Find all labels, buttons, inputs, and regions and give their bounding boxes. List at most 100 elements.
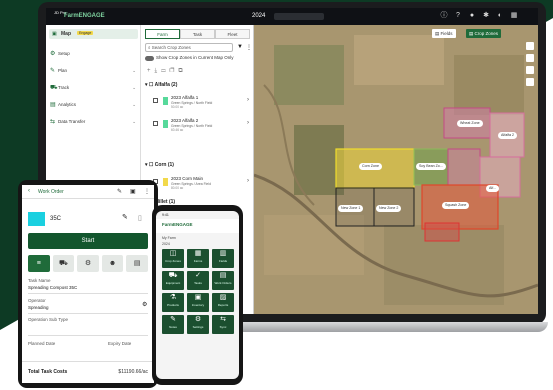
group-title: Corn (1) xyxy=(154,162,174,168)
tile-icon: ⚙ xyxy=(194,316,202,323)
filter-icon[interactable]: ▼ xyxy=(237,44,243,50)
sidebar-item-label: Setup xyxy=(58,51,70,56)
start-button[interactable]: Start xyxy=(28,233,148,249)
map-tool-draw-icon[interactable] xyxy=(526,42,534,50)
year-selector[interactable]: 2024 xyxy=(252,13,265,19)
bell-icon[interactable]: ● xyxy=(468,12,476,20)
group-header-corn[interactable]: ▾ ☐ Corn (1) xyxy=(145,162,174,168)
info-icon[interactable]: ⓘ xyxy=(440,12,448,20)
dashboard-tile[interactable]: ⛟ Equipment xyxy=(162,271,184,290)
checkbox[interactable] xyxy=(153,121,158,126)
toggle-label: Show Crop Zones in Current Map Only xyxy=(156,55,234,60)
more-icon[interactable]: ⋮ xyxy=(144,188,150,195)
gear-icon[interactable]: ⚙ xyxy=(142,301,147,308)
tractor-tab-icon[interactable]: ⚙ xyxy=(77,255,99,272)
map-zone-label[interactable]: Soy Bean Zo... xyxy=(416,163,446,170)
divider xyxy=(28,293,148,294)
page-title: Work Order xyxy=(38,189,64,195)
crop-zones-button[interactable]: ▤ Crop Zones xyxy=(466,29,502,38)
sidebar-item-track[interactable]: ⛟Track ⌄ xyxy=(50,82,138,93)
map-zone-label[interactable]: Alf... xyxy=(486,185,500,192)
chevron-right-icon: › xyxy=(247,97,249,103)
total-cost-value: $11190.66/ac xyxy=(118,369,148,375)
sidebar-item-label: Analytics xyxy=(58,102,77,107)
tab-farm[interactable]: Farm xyxy=(145,29,180,39)
map-zone-label[interactable]: New Zone 1 xyxy=(338,205,364,212)
help-icon[interactable]: ? xyxy=(454,12,462,20)
search-placeholder: Search Crop Zones xyxy=(151,45,191,50)
map-tool-edit-icon[interactable] xyxy=(526,54,534,62)
dashboard-tile[interactable]: ⇆ Sync xyxy=(212,315,234,334)
dashboard-tile[interactable]: ⚗ Products xyxy=(162,293,184,312)
dashboard-tile[interactable]: ▣ Inventory xyxy=(187,293,209,312)
operator-field[interactable]: Spreading xyxy=(28,305,49,310)
more-icon[interactable]: ⋮ xyxy=(246,44,252,51)
dashboard-tile[interactable]: ⚙ Settings xyxy=(187,315,209,334)
farm-name: My Farm xyxy=(162,236,176,240)
details-tab-icon[interactable]: ≡ xyxy=(28,255,50,272)
map-zone-label[interactable]: Wheat Zone xyxy=(457,120,483,127)
map-zone-label[interactable]: Alfalfa 2 xyxy=(498,132,517,139)
dashboard-tile[interactable]: ✎ Notes xyxy=(162,315,184,334)
merge-icon[interactable]: ⧉ xyxy=(178,68,186,74)
crop-zone-search-input[interactable]: ⌕ Search Crop Zones xyxy=(145,43,233,52)
map-zone-label[interactable]: Squash Zone xyxy=(442,202,470,209)
crop-color-swatch xyxy=(163,120,168,128)
task-name-field[interactable]: Spreading Compost 35C xyxy=(28,285,77,290)
save-icon[interactable]: ▣ xyxy=(130,188,136,195)
dashboard-tile[interactable]: ▤ Work Orders xyxy=(212,271,234,290)
farm-selector[interactable] xyxy=(274,13,324,20)
group-header-alfalfa[interactable]: ▾ ☐ Alfalfa (2) xyxy=(145,82,177,88)
map-tool-measure-icon[interactable] xyxy=(526,66,534,74)
map-zone-label[interactable]: New Zone 2 xyxy=(376,205,402,212)
tile-label: Notes xyxy=(169,325,177,329)
tile-label: Fields xyxy=(218,259,227,263)
map-tool-locate-icon[interactable] xyxy=(526,78,534,86)
pencil-icon[interactable]: ✎ xyxy=(122,213,128,221)
fields-button[interactable]: ▤ Fields xyxy=(432,29,456,38)
map-zone-label[interactable]: Corn Zone xyxy=(359,163,382,170)
crop-zone-name: 2023 Alfalfa 1 xyxy=(171,95,199,100)
tile-label: Tasks xyxy=(194,281,202,285)
dashboard-tile[interactable]: ◫ Crop Zones xyxy=(162,249,184,268)
phone: 9:41 FarmENGAGE My Farm 2024 ◫ Crop Zones… xyxy=(152,205,243,385)
user-icon[interactable]: ◐ xyxy=(496,12,504,20)
tile-label: Inventory xyxy=(191,303,205,307)
dashboard-tile[interactable]: ▨ Reports xyxy=(212,293,234,312)
back-icon[interactable]: ‹ xyxy=(28,188,30,194)
tab-fleet[interactable]: Fleet xyxy=(215,29,250,39)
sidebar-item-map[interactable]: ▣ Map Engage xyxy=(49,29,138,39)
equipment-tab-icon[interactable]: ⛟ xyxy=(52,255,75,272)
people-tab-icon[interactable]: ☻ xyxy=(101,255,124,272)
document-icon[interactable]: ▯ xyxy=(138,214,142,222)
checkbox[interactable] xyxy=(153,98,158,103)
edit-icon[interactable]: ✎ xyxy=(117,188,122,195)
satellite-map[interactable]: ▤ Fields ▤ Crop Zones Wheat Zone Alfalfa… xyxy=(254,25,538,314)
sidebar-item-analytics[interactable]: ▤ Analytics ⌄ xyxy=(50,99,138,110)
sidebar-item-label: Map xyxy=(61,31,71,37)
dashboard-tile[interactable]: ▥ Fields xyxy=(212,249,234,268)
current-map-toggle[interactable] xyxy=(145,56,154,61)
settings-icon[interactable]: ✱ xyxy=(482,12,490,20)
tab-task[interactable]: Task xyxy=(180,29,215,39)
list-item[interactable]: 2023 Corn Main Green Springs / Area Field… xyxy=(153,175,251,191)
tile-label: Crop Zones xyxy=(165,259,181,263)
dashboard-tile[interactable]: ▦ Farms xyxy=(187,249,209,268)
delete-icon[interactable]: ▭ xyxy=(161,68,170,74)
dashboard-tile[interactable]: ✓ Tasks xyxy=(187,271,209,290)
list-item[interactable]: 2023 Alfalfa 1 Green Springs / North Fiel… xyxy=(153,94,251,110)
sidebar-item-setup[interactable]: ⚙ Setup xyxy=(50,48,138,59)
add-icon[interactable]: + xyxy=(147,68,155,74)
grid-icon[interactable]: ▦ xyxy=(510,12,518,20)
crop-zone-area: 80.00 ac xyxy=(171,186,184,190)
sync-icon: ⇆ xyxy=(50,119,56,125)
sidebar-item-data-transfer[interactable]: ⇆ Data Transfer ⌄ xyxy=(50,116,138,127)
notes-tab-icon[interactable]: ▤ xyxy=(126,255,148,272)
fields-button-label: Fields xyxy=(440,31,453,36)
total-cost-label: Total Task Costs xyxy=(28,369,68,375)
tile-icon: ▨ xyxy=(219,294,227,301)
list-item[interactable]: 2023 Alfalfa 2 Green Springs / North Fiel… xyxy=(153,117,251,133)
chevron-down-icon: ⌄ xyxy=(132,68,136,73)
tile-label: Sync xyxy=(219,325,227,329)
sidebar-item-plan[interactable]: ✎ Plan ⌄ xyxy=(50,65,138,76)
